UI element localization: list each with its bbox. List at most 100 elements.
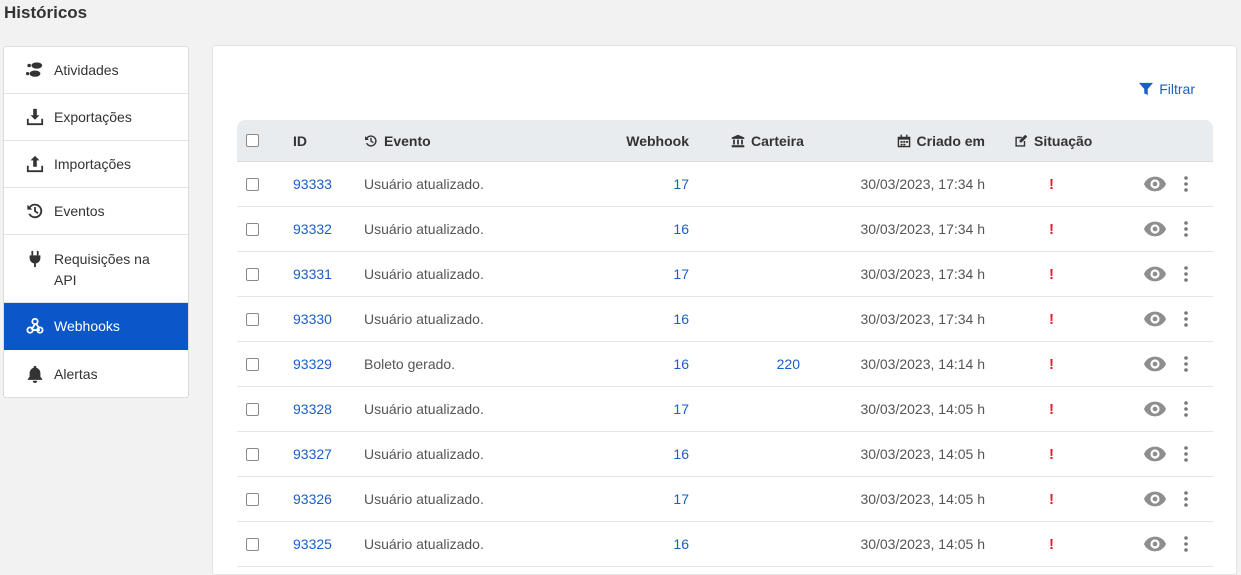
view-button[interactable] bbox=[1144, 522, 1166, 566]
more-vertical-icon bbox=[1184, 356, 1188, 372]
row-carteira-link[interactable]: 220 bbox=[777, 356, 800, 372]
more-options-button[interactable] bbox=[1184, 477, 1188, 521]
more-options-button[interactable] bbox=[1184, 207, 1188, 251]
row-webhook-link[interactable]: 16 bbox=[673, 311, 689, 327]
plug-icon bbox=[24, 250, 46, 268]
row-criado-em: 30/03/2023, 14:05 h bbox=[860, 446, 985, 462]
row-webhook-link[interactable]: 16 bbox=[673, 356, 689, 372]
row-checkbox[interactable] bbox=[246, 402, 259, 416]
page-title: Históricos bbox=[4, 3, 88, 22]
row-webhook-link[interactable]: 17 bbox=[673, 491, 689, 507]
row-webhook-link[interactable]: 17 bbox=[673, 176, 689, 192]
sidebar: Atividades Exportações Importações Event… bbox=[3, 46, 189, 398]
row-id-link[interactable]: 93330 bbox=[293, 311, 332, 327]
header-evento[interactable]: Evento bbox=[384, 133, 431, 149]
header-carteira[interactable]: Carteira bbox=[751, 133, 804, 149]
row-evento: Usuário atualizado. bbox=[364, 401, 484, 417]
view-button[interactable] bbox=[1144, 252, 1166, 296]
more-options-button[interactable] bbox=[1184, 522, 1188, 566]
history-icon bbox=[24, 202, 46, 220]
view-button[interactable] bbox=[1144, 162, 1166, 206]
sidebar-item-importacoes[interactable]: Importações bbox=[4, 141, 188, 188]
eye-icon bbox=[1144, 266, 1166, 282]
bank-icon bbox=[731, 134, 745, 147]
sidebar-item-label: Importações bbox=[54, 156, 132, 172]
view-button[interactable] bbox=[1144, 342, 1166, 386]
header-criado-em[interactable]: Criado em bbox=[917, 133, 985, 149]
view-button[interactable] bbox=[1144, 207, 1166, 251]
row-checkbox[interactable] bbox=[246, 537, 259, 551]
table-row: 93331 Usuário atualizado. 17 30/03/2023,… bbox=[237, 252, 1213, 297]
row-checkbox[interactable] bbox=[246, 177, 259, 191]
sidebar-item-atividades[interactable]: Atividades bbox=[4, 47, 188, 94]
row-situacao-error: ! bbox=[1049, 355, 1054, 373]
more-options-button[interactable] bbox=[1184, 342, 1188, 386]
calendar-icon bbox=[897, 134, 910, 147]
view-button[interactable] bbox=[1144, 432, 1166, 476]
sidebar-item-label: Exportações bbox=[54, 109, 132, 125]
row-situacao-error: ! bbox=[1049, 175, 1054, 193]
row-evento: Usuário atualizado. bbox=[364, 221, 484, 237]
row-evento: Usuário atualizado. bbox=[364, 266, 484, 282]
row-id-link[interactable]: 93326 bbox=[293, 491, 332, 507]
row-situacao-error: ! bbox=[1049, 535, 1054, 553]
more-vertical-icon bbox=[1184, 446, 1188, 462]
row-webhook-link[interactable]: 16 bbox=[673, 221, 689, 237]
more-vertical-icon bbox=[1184, 491, 1188, 507]
sidebar-item-exportacoes[interactable]: Exportações bbox=[4, 94, 188, 141]
filter-button[interactable]: Filtrar bbox=[1139, 81, 1195, 97]
row-webhook-link[interactable]: 17 bbox=[673, 401, 689, 417]
eye-icon bbox=[1144, 446, 1166, 462]
edit-icon bbox=[1015, 134, 1028, 147]
more-options-button[interactable] bbox=[1184, 162, 1188, 206]
sidebar-item-label: Atividades bbox=[54, 62, 119, 78]
more-options-button[interactable] bbox=[1184, 252, 1188, 296]
row-id-link[interactable]: 93325 bbox=[293, 536, 332, 552]
row-checkbox[interactable] bbox=[246, 357, 259, 371]
eye-icon bbox=[1144, 176, 1166, 192]
row-evento: Boleto gerado. bbox=[364, 356, 456, 372]
row-checkbox[interactable] bbox=[246, 267, 259, 281]
more-vertical-icon bbox=[1184, 401, 1188, 417]
header-id[interactable]: ID bbox=[293, 133, 307, 149]
sidebar-item-webhooks[interactable]: Webhooks bbox=[4, 303, 188, 350]
row-webhook-link[interactable]: 17 bbox=[673, 266, 689, 282]
view-button[interactable] bbox=[1144, 387, 1166, 431]
more-options-button[interactable] bbox=[1184, 297, 1188, 341]
row-id-link[interactable]: 93332 bbox=[293, 221, 332, 237]
row-criado-em: 30/03/2023, 14:05 h bbox=[860, 491, 985, 507]
row-situacao-error: ! bbox=[1049, 265, 1054, 283]
webhooks-table: ID Evento Webhook Carteira Criado em Sit… bbox=[237, 120, 1213, 567]
table-row: 93328 Usuário atualizado. 17 30/03/2023,… bbox=[237, 387, 1213, 432]
row-checkbox[interactable] bbox=[246, 222, 259, 236]
header-situacao[interactable]: Situação bbox=[1034, 133, 1092, 149]
sidebar-item-requisicoes-api[interactable]: Requisições na API bbox=[4, 235, 188, 303]
more-options-button[interactable] bbox=[1184, 432, 1188, 476]
row-evento: Usuário atualizado. bbox=[364, 446, 484, 462]
row-situacao-error: ! bbox=[1049, 310, 1054, 328]
row-criado-em: 30/03/2023, 14:05 h bbox=[860, 536, 985, 552]
row-criado-em: 30/03/2023, 17:34 h bbox=[860, 311, 985, 327]
view-button[interactable] bbox=[1144, 477, 1166, 521]
select-all-checkbox[interactable] bbox=[246, 134, 259, 147]
row-webhook-link[interactable]: 16 bbox=[673, 536, 689, 552]
view-button[interactable] bbox=[1144, 297, 1166, 341]
row-criado-em: 30/03/2023, 14:14 h bbox=[860, 356, 985, 372]
header-webhook[interactable]: Webhook bbox=[626, 133, 689, 149]
more-vertical-icon bbox=[1184, 221, 1188, 237]
row-checkbox[interactable] bbox=[246, 312, 259, 326]
row-id-link[interactable]: 93327 bbox=[293, 446, 332, 462]
row-id-link[interactable]: 93333 bbox=[293, 176, 332, 192]
row-evento: Usuário atualizado. bbox=[364, 176, 484, 192]
sidebar-item-alertas[interactable]: Alertas bbox=[4, 350, 188, 397]
row-webhook-link[interactable]: 16 bbox=[673, 446, 689, 462]
row-checkbox[interactable] bbox=[246, 492, 259, 506]
sidebar-item-eventos[interactable]: Eventos bbox=[4, 188, 188, 235]
row-id-link[interactable]: 93331 bbox=[293, 266, 332, 282]
row-id-link[interactable]: 93329 bbox=[293, 356, 332, 372]
more-vertical-icon bbox=[1184, 311, 1188, 327]
more-options-button[interactable] bbox=[1184, 387, 1188, 431]
table-header: ID Evento Webhook Carteira Criado em Sit… bbox=[237, 120, 1213, 162]
row-checkbox[interactable] bbox=[246, 447, 259, 461]
row-id-link[interactable]: 93328 bbox=[293, 401, 332, 417]
